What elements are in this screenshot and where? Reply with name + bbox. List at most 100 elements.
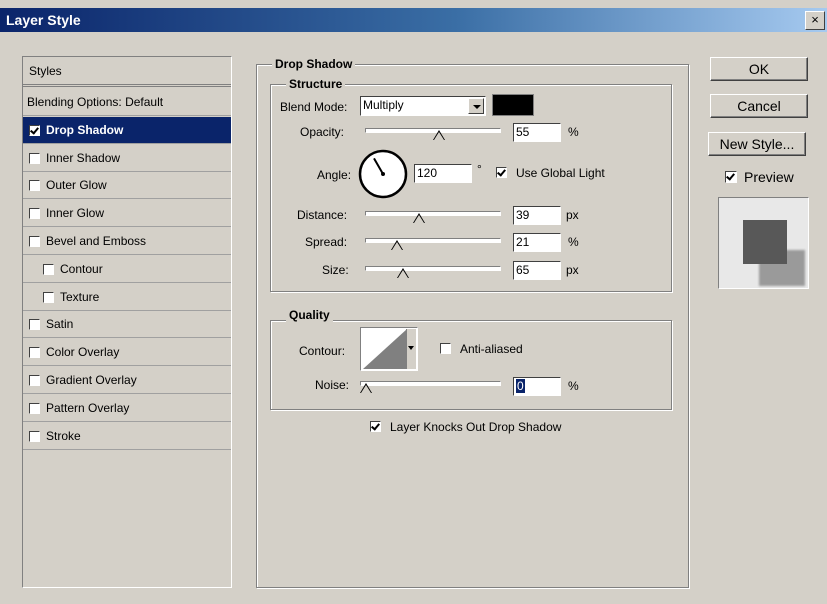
cancel-button[interactable]: Cancel [710,94,808,118]
style-item-checkbox[interactable] [29,430,40,442]
preview-checkbox[interactable] [725,171,737,183]
style-item-bevel-and-emboss[interactable]: Bevel and Emboss [23,228,231,255]
distance-slider-thumb[interactable] [413,213,426,223]
angle-label: Angle: [317,168,352,182]
close-icon: × [811,12,819,27]
anti-aliased-checkbox[interactable] [440,343,451,354]
shadow-color-swatch[interactable] [492,94,534,116]
style-item-checkbox[interactable] [29,152,40,164]
style-item-stroke[interactable]: Stroke [23,423,231,450]
blend-mode-label: Blend Mode: [280,100,348,114]
use-global-light-label: Use Global Light [516,166,605,180]
style-item-checkbox[interactable] [29,180,40,192]
noise-unit: % [568,379,579,393]
style-item-label: Outer Glow [46,178,107,193]
style-item-checkbox[interactable] [29,375,40,386]
styles-list-panel: Styles Blending Options: Default Drop Sha… [22,56,232,588]
style-item-label: Contour [60,261,103,276]
style-item-checkbox[interactable] [43,291,54,303]
style-item-checkbox[interactable] [29,319,40,331]
noise-label: Noise: [315,378,350,392]
style-item-gradient-overlay[interactable]: Gradient Overlay [23,367,231,394]
style-item-checkbox[interactable] [29,124,40,136]
dropdown-arrow-button[interactable] [468,98,484,114]
anti-aliased-label: Anti-aliased [460,342,523,356]
style-item-color-overlay[interactable]: Color Overlay [23,339,231,367]
distance-label: Distance: [297,208,348,222]
layer-knocks-out-checkbox[interactable] [370,421,381,432]
contour-picker[interactable] [360,327,418,371]
style-item-checkbox[interactable] [29,208,40,220]
size-unit: px [566,263,579,277]
contour-thumbnail [363,329,407,369]
spread-unit: % [568,235,579,249]
blend-mode-select[interactable]: Multiply [360,96,486,116]
style-item-outer-glow[interactable]: Outer Glow [23,172,231,200]
chevron-down-icon [408,346,414,350]
noise-value: 0 [516,379,525,393]
quality-group [270,320,672,410]
opacity-slider-thumb[interactable] [433,130,446,140]
style-item-label: Inner Glow [46,206,105,221]
new-style-button[interactable]: New Style... [708,132,806,156]
style-item-label: Satin [46,317,74,332]
contour-curve-fill [363,329,407,369]
spread-field[interactable]: 21 [513,233,561,252]
contour-label: Contour: [299,344,346,358]
style-item-checkbox[interactable] [29,236,40,247]
distance-field[interactable]: 39 [513,206,561,225]
spread-slider[interactable] [365,238,501,243]
use-global-light-checkbox[interactable] [496,167,507,178]
style-item-label: Texture [60,289,100,304]
contour-dropdown-button[interactable] [406,329,416,369]
style-item-label: Drop Shadow [46,122,124,137]
opacity-unit: % [568,125,579,139]
layer-style-dialog: Layer Style × Styles Blending Options: D… [0,0,827,604]
close-button[interactable]: × [805,11,825,30]
size-slider[interactable] [365,266,501,271]
quality-title: Quality [286,308,333,322]
opacity-label: Opacity: [300,125,345,139]
angle-dial[interactable] [357,148,409,200]
size-label: Size: [322,263,349,277]
style-item-pattern-overlay[interactable]: Pattern Overlay [23,395,231,422]
style-item-label: Pattern Overlay [46,400,130,415]
style-item-blending-options-default[interactable]: Blending Options: Default [23,89,231,116]
style-item-label: Blending Options: Default [27,95,164,109]
noise-slider-thumb[interactable] [360,383,372,393]
spread-label: Spread: [305,235,348,249]
preview-square [743,220,787,264]
style-item-label: Gradient Overlay [46,373,137,387]
size-field[interactable]: 65 [513,261,561,280]
opacity-field[interactable]: 55 [513,123,561,142]
angle-field[interactable]: 120 [414,164,472,183]
angle-dial-center [381,172,385,176]
style-item-inner-glow[interactable]: Inner Glow [23,200,231,228]
styles-header-label: Styles [29,64,62,78]
style-item-drop-shadow[interactable]: Drop Shadow [23,116,231,144]
noise-field[interactable]: 0 [513,377,561,396]
ok-button[interactable]: OK [710,57,808,81]
style-item-checkbox[interactable] [29,402,40,414]
spread-slider-thumb[interactable] [391,240,404,250]
style-item-label: Stroke [46,428,81,443]
style-item-label: Inner Shadow [46,150,121,165]
chevron-down-icon [473,105,481,109]
noise-slider[interactable] [360,381,501,386]
size-slider-thumb[interactable] [397,268,410,278]
style-item-satin[interactable]: Satin [23,311,231,339]
styles-header[interactable]: Styles [23,57,231,87]
distance-unit: px [566,208,579,222]
style-item-checkbox[interactable] [43,263,54,275]
angle-unit: ° [477,162,482,176]
style-item-inner-shadow[interactable]: Inner Shadow [23,145,231,172]
distance-slider[interactable] [365,211,501,216]
style-item-checkbox[interactable] [29,347,40,359]
style-item-contour[interactable]: Contour [23,256,231,283]
blend-mode-value: Multiply [363,98,404,112]
preview-label: Preview [744,169,794,185]
layer-knocks-out-label: Layer Knocks Out Drop Shadow [390,420,562,434]
style-item-label: Bevel and Emboss [46,234,147,248]
dialog-title: Layer Style [6,12,81,28]
style-item-texture[interactable]: Texture [23,284,231,311]
